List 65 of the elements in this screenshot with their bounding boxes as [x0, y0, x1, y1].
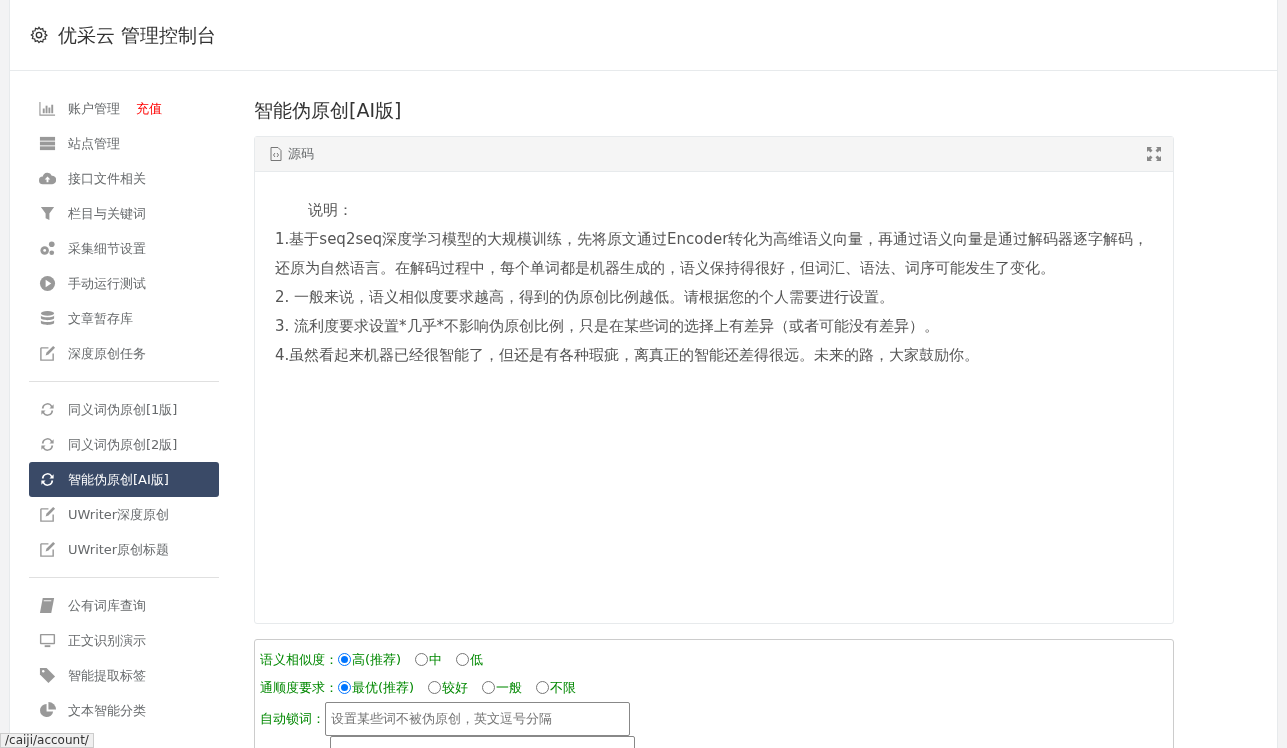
radio-button[interactable] [338, 681, 351, 695]
tag-icon [39, 667, 56, 684]
edit-icon [39, 345, 56, 362]
sidebar-item[interactable]: UWriter原创标题 [29, 532, 219, 567]
book-icon [39, 597, 56, 614]
field-label: 语义相似度： [260, 651, 338, 670]
bar-chart-icon [39, 100, 56, 117]
recharge-link[interactable]: 充值 [136, 98, 162, 119]
sidebar-item[interactable]: UWriter深度原创 [29, 497, 219, 532]
sidebar-item[interactable]: 站点管理 [29, 126, 219, 161]
item-label: 账户管理 [68, 99, 120, 118]
edit-icon [39, 506, 56, 523]
sidebar-item[interactable]: 栏目与关键词 [29, 196, 219, 231]
option-label[interactable]: 中 [429, 650, 443, 670]
sidebar-item[interactable]: 接口文件相关 [29, 161, 219, 196]
settings-icon [30, 26, 48, 44]
pie-chart-icon [39, 702, 56, 719]
sidebar-item[interactable]: 深度原创任务 [29, 336, 219, 371]
description-line: 4.虽然看起来机器已经很智能了，但还是有各种瑕疵，离真正的智能还差得很远。未来的路，大家鼓励你。 [275, 344, 981, 366]
option-label[interactable]: 高(推荐) [352, 650, 402, 670]
status-url: /caiji/account/ [0, 733, 94, 748]
option-label[interactable]: 一般 [496, 678, 523, 698]
filter-icon [39, 205, 56, 222]
description-line: 3. 流利度要求设置*几乎*不影响伪原创比例，只是在某些词的选择上有差异（或者可能没有差异）。 [275, 315, 941, 337]
option-label[interactable]: 低 [470, 650, 484, 670]
radio-button[interactable] [536, 681, 550, 695]
code-file-icon [270, 146, 282, 161]
radio-button[interactable] [482, 681, 496, 695]
radio-button[interactable] [415, 653, 429, 667]
edit-icon [39, 541, 56, 558]
sidebar-item[interactable]: 文章暂存库 [29, 301, 219, 336]
console-title: 优采云 管理控制台 [58, 22, 217, 48]
sidebar-item[interactable]: 账户管理 充值 [29, 91, 219, 126]
sidebar-item[interactable]: 正文识别演示 [29, 623, 219, 658]
sidebar-item[interactable]: 智能伪原创[AI版] [29, 462, 219, 497]
server-icon [39, 135, 56, 152]
refresh-icon [39, 471, 56, 488]
cloud-upload-icon [39, 170, 56, 187]
description-line: 1.基于seq2seq深度学习模型的大规模训练，先将原文通过Encoder转化为高维语义向量，再通过语义向量是通过解码器逐字解码，还原为自然语言。在解码过程中，每个单词都是机器生成的，语义保持得很好，但词汇、语法、词序可能发生了变化。 [275, 228, 1150, 279]
radio-button[interactable] [428, 681, 442, 695]
sidebar-item[interactable]: 公有词库查询 [29, 588, 219, 623]
sidebar-item[interactable]: 文本智能分类 [29, 693, 219, 728]
radio-button[interactable] [338, 653, 351, 667]
expand-icon[interactable] [1147, 146, 1161, 161]
lock-words-field[interactable]: 设置某些词不被伪原创，英文逗号分隔 [325, 701, 630, 736]
database-icon [39, 310, 56, 327]
option-label[interactable]: 较好 [442, 678, 469, 698]
page-title: 智能伪原创[AI版] [254, 99, 403, 122]
monitor-icon [39, 632, 56, 649]
option-label[interactable]: 不限 [550, 678, 577, 698]
refresh-icon [39, 436, 56, 453]
source-tab[interactable]: 源码 [288, 144, 314, 164]
field-label: 自动锁词： [260, 710, 325, 729]
sidebar-item[interactable]: 采集细节设置 [29, 231, 219, 266]
field-label: 通顺度要求： [260, 679, 338, 698]
sidebar-item[interactable]: 同义词伪原创[1版] [29, 392, 219, 427]
sidebar-item[interactable]: 同义词伪原创[2版] [29, 427, 219, 462]
play-icon [39, 275, 56, 292]
sidebar-item[interactable]: 手动运行测试 [29, 266, 219, 301]
refresh-icon [39, 401, 56, 418]
description-line: 2. 一般来说，语义相似度要求越高，得到的伪原创比例越低。请根据您的个人需要进行设置。 [275, 286, 896, 308]
intro-text: 说明： [307, 199, 354, 221]
option-label[interactable]: 最优(推荐) [352, 678, 415, 698]
sidebar-item[interactable]: 智能提取标签 [29, 658, 219, 693]
radio-button[interactable] [456, 653, 470, 667]
